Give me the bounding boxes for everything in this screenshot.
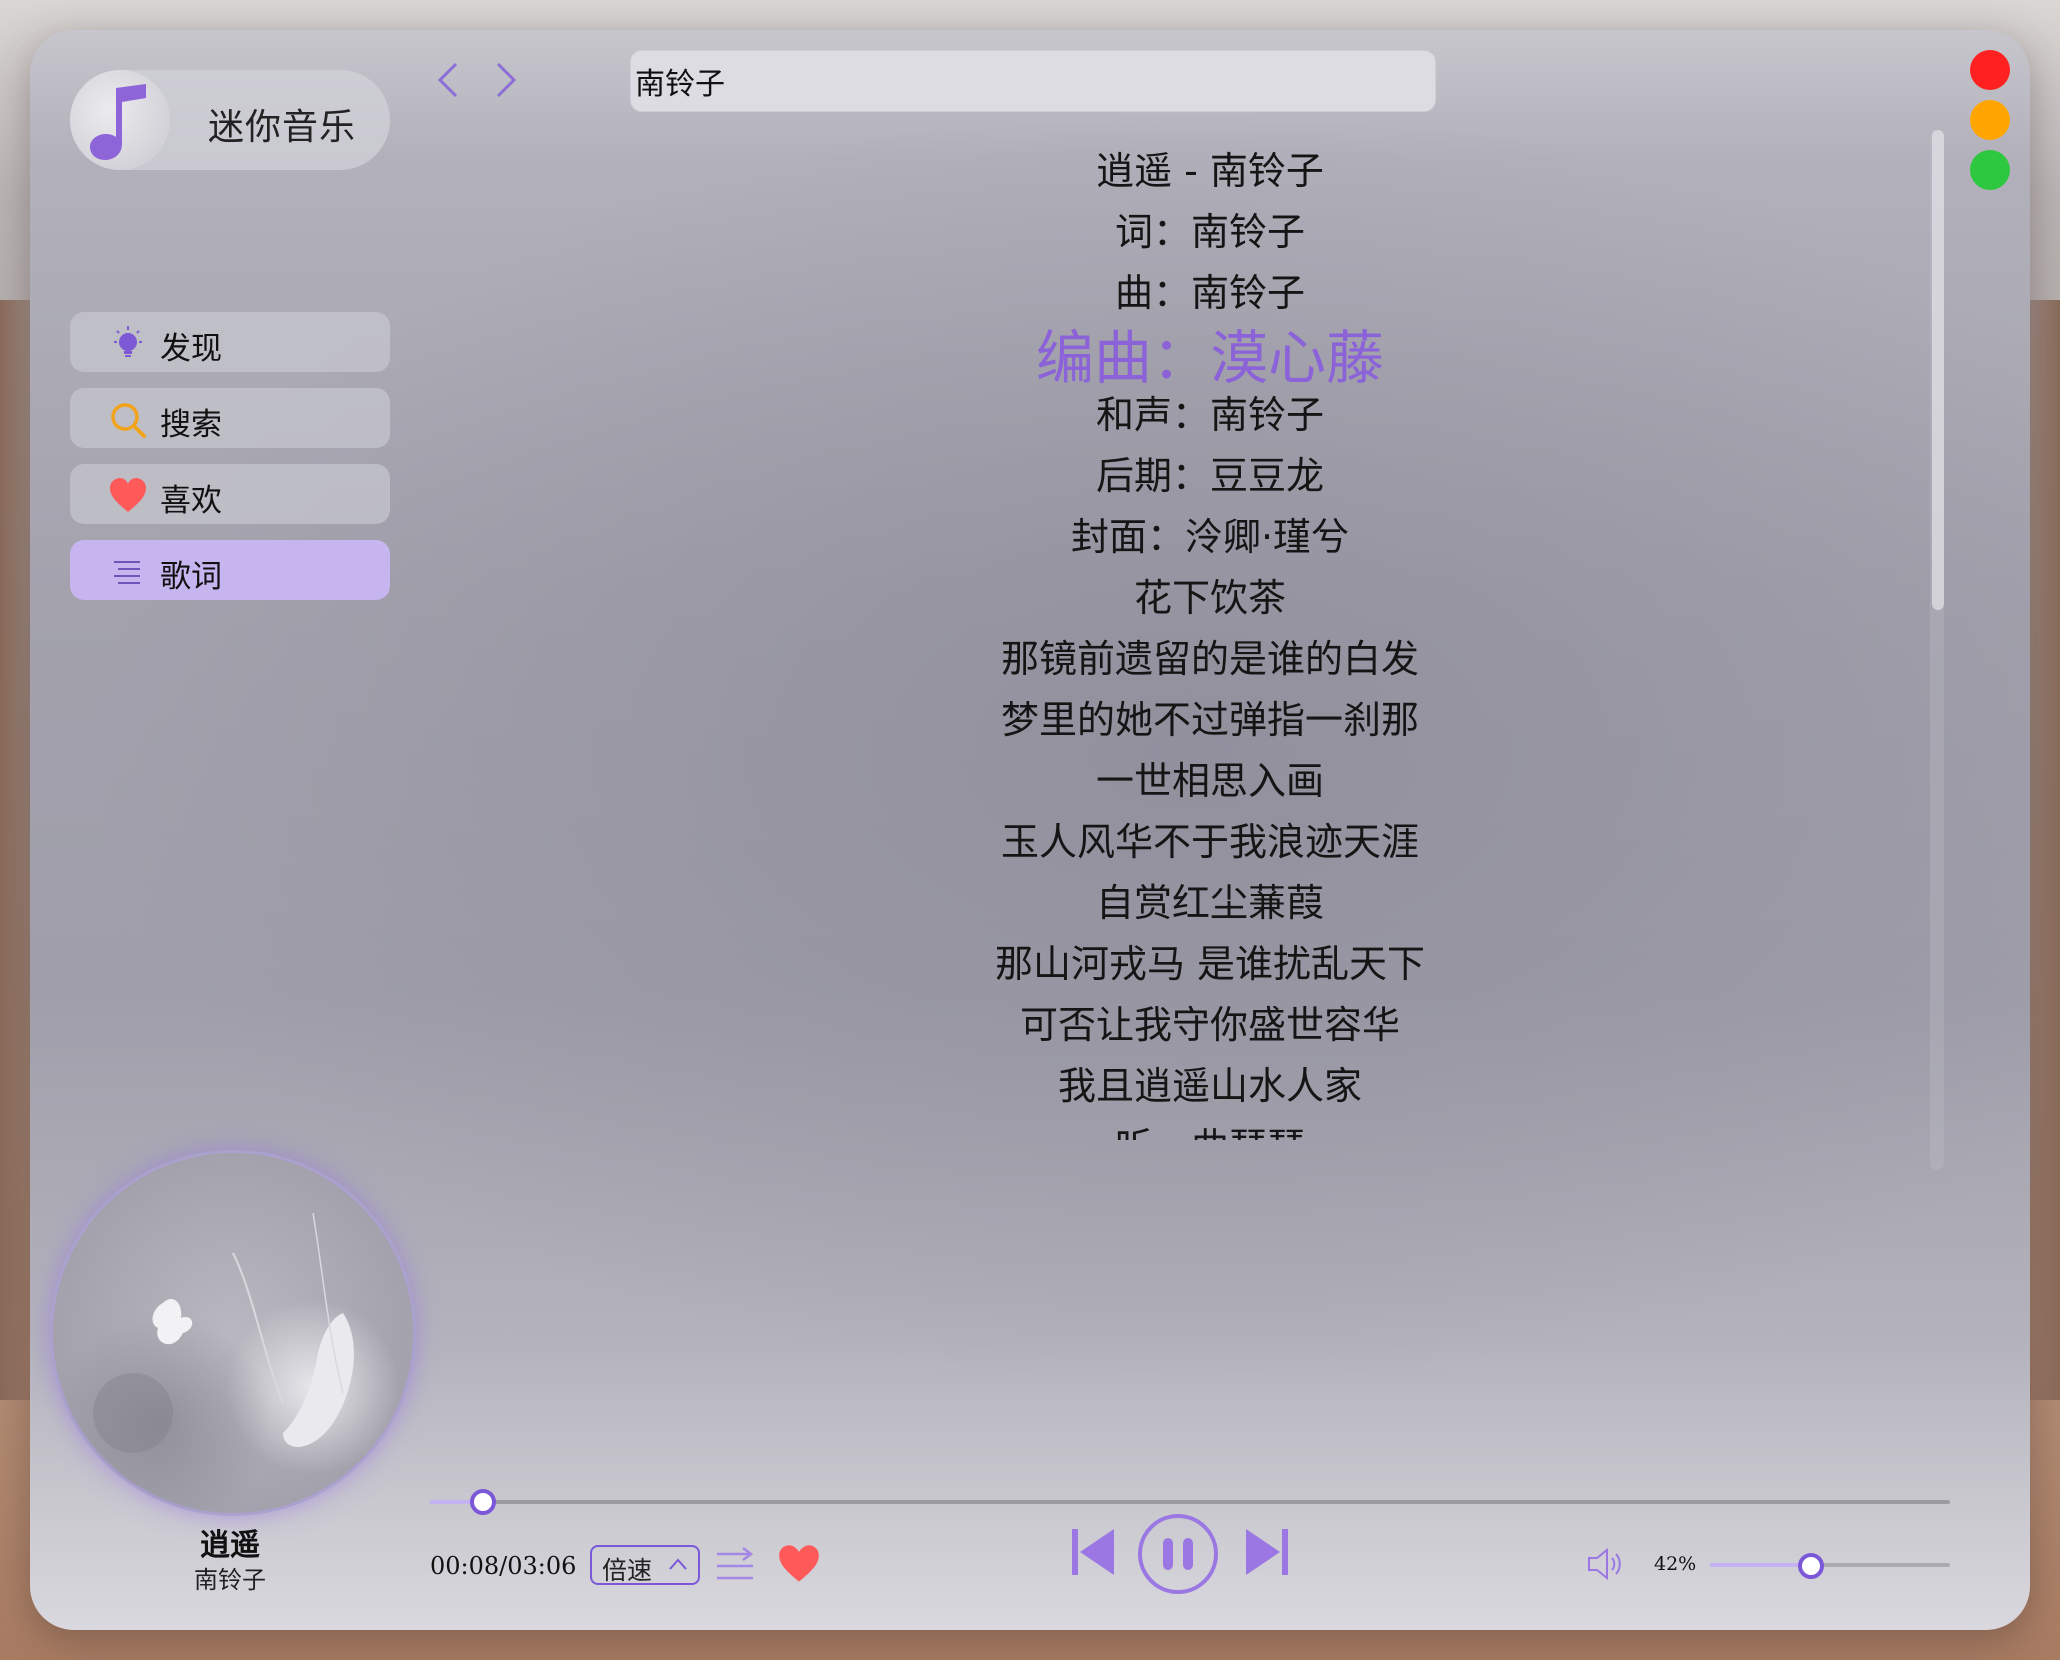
album-artwork-image — [93, 1212, 354, 1453]
lyric-line[interactable]: 后期：豆豆龙 — [530, 445, 1890, 500]
playback-time: 00:08/03:06 — [430, 1552, 577, 1580]
previous-track-icon[interactable] — [1070, 1527, 1116, 1577]
sidebar-item-label: 喜欢 — [160, 483, 222, 519]
app-title: 迷你音乐 — [208, 107, 357, 148]
song-title: 逍遥 — [200, 1528, 260, 1563]
sidebar-item-label: 发现 — [160, 331, 222, 367]
search-input[interactable] — [630, 50, 1436, 112]
heart-icon — [110, 478, 146, 512]
progress-bar[interactable] — [430, 1489, 1950, 1515]
lyric-line[interactable]: 听一曲琵琶 — [530, 1116, 1890, 1140]
volume-icon[interactable] — [1585, 1546, 1625, 1582]
speed-label: 倍速 — [602, 1556, 653, 1585]
sidebar-item-lyrics[interactable]: 歌词 — [70, 540, 390, 600]
lyric-line[interactable]: 玉人风华不于我浪迹天涯 — [530, 811, 1890, 866]
sidebar-item-label: 搜索 — [160, 407, 222, 443]
volume-fill — [1710, 1563, 1811, 1567]
search-icon — [111, 403, 146, 438]
sidebar-item-discover[interactable]: 发现 — [70, 312, 390, 372]
lightbulb-icon — [114, 326, 142, 357]
pause-icon — [1163, 1538, 1193, 1570]
progress-knob[interactable] — [470, 1489, 497, 1515]
lyric-line[interactable]: 曲：南铃子 — [530, 262, 1890, 317]
lyric-line[interactable]: 一世相思入画 — [530, 750, 1890, 805]
volume-percent: 42% — [1654, 1553, 1697, 1575]
playback-speed-button[interactable]: 倍速 — [590, 1545, 700, 1585]
volume-slider[interactable] — [1710, 1553, 1950, 1579]
lyric-line[interactable]: 那镜前遗留的是谁的白发 — [530, 628, 1890, 683]
album-cover — [50, 1150, 416, 1516]
maximize-button[interactable] — [1970, 150, 2010, 190]
lyric-line[interactable]: 花下饮茶 — [530, 567, 1890, 622]
forward-chevron-icon[interactable] — [494, 60, 518, 111]
lyric-line[interactable]: 我且逍遥山水人家 — [530, 1055, 1890, 1110]
lyrics-scrollbar-thumb[interactable] — [1932, 130, 1944, 610]
volume-knob[interactable] — [1797, 1553, 1824, 1579]
lyric-line[interactable]: 可否让我守你盛世容华 — [530, 994, 1890, 1049]
back-chevron-icon[interactable] — [436, 60, 460, 111]
like-heart-icon[interactable] — [777, 1544, 821, 1584]
chevron-up-icon — [669, 1558, 687, 1570]
app-logo: 迷你音乐 — [70, 70, 390, 170]
play-mode-icon[interactable] — [713, 1546, 757, 1586]
next-track-icon[interactable] — [1244, 1527, 1290, 1577]
sidebar-item-label: 歌词 — [160, 559, 222, 595]
sidebar-item-search[interactable]: 搜索 — [70, 388, 390, 448]
music-player-window: 迷你音乐 发现 搜索 喜欢 歌词 逍遥 南铃子 南铃子 逍遥 - 南铃子 词：南… — [30, 30, 2030, 1630]
lyric-line[interactable]: 和声：南铃子 — [530, 384, 1890, 439]
lyric-line[interactable]: 那山河戎马 是谁扰乱天下 — [530, 933, 1890, 988]
lyric-line[interactable]: 自赏红尘蒹葭 — [530, 872, 1890, 927]
lyric-line[interactable]: 封面：泠卿·瑾兮 — [530, 506, 1890, 561]
lyric-line-current[interactable]: 编曲：漠心藤 — [530, 311, 1890, 395]
lyric-line[interactable]: 词：南铃子 — [530, 201, 1890, 256]
sidebar-item-favorites[interactable]: 喜欢 — [70, 464, 390, 524]
song-artist: 南铃子 — [194, 1566, 266, 1594]
minimize-button[interactable] — [1970, 100, 2010, 140]
lyrics-panel[interactable]: 逍遥 - 南铃子 词：南铃子曲：南铃子 编曲：漠心藤 和声：南铃子 后期：豆豆龙 封面：泠… — [530, 140, 1890, 1140]
lyrics-list-icon — [114, 561, 140, 584]
pause-button[interactable] — [1138, 1514, 1218, 1594]
lyric-line[interactable]: 逍遥 - 南铃子 — [530, 140, 1890, 195]
music-note-icon — [70, 70, 170, 170]
close-button[interactable] — [1970, 50, 2010, 90]
lyric-line[interactable]: 梦里的她不过弹指一刹那 — [530, 689, 1890, 744]
